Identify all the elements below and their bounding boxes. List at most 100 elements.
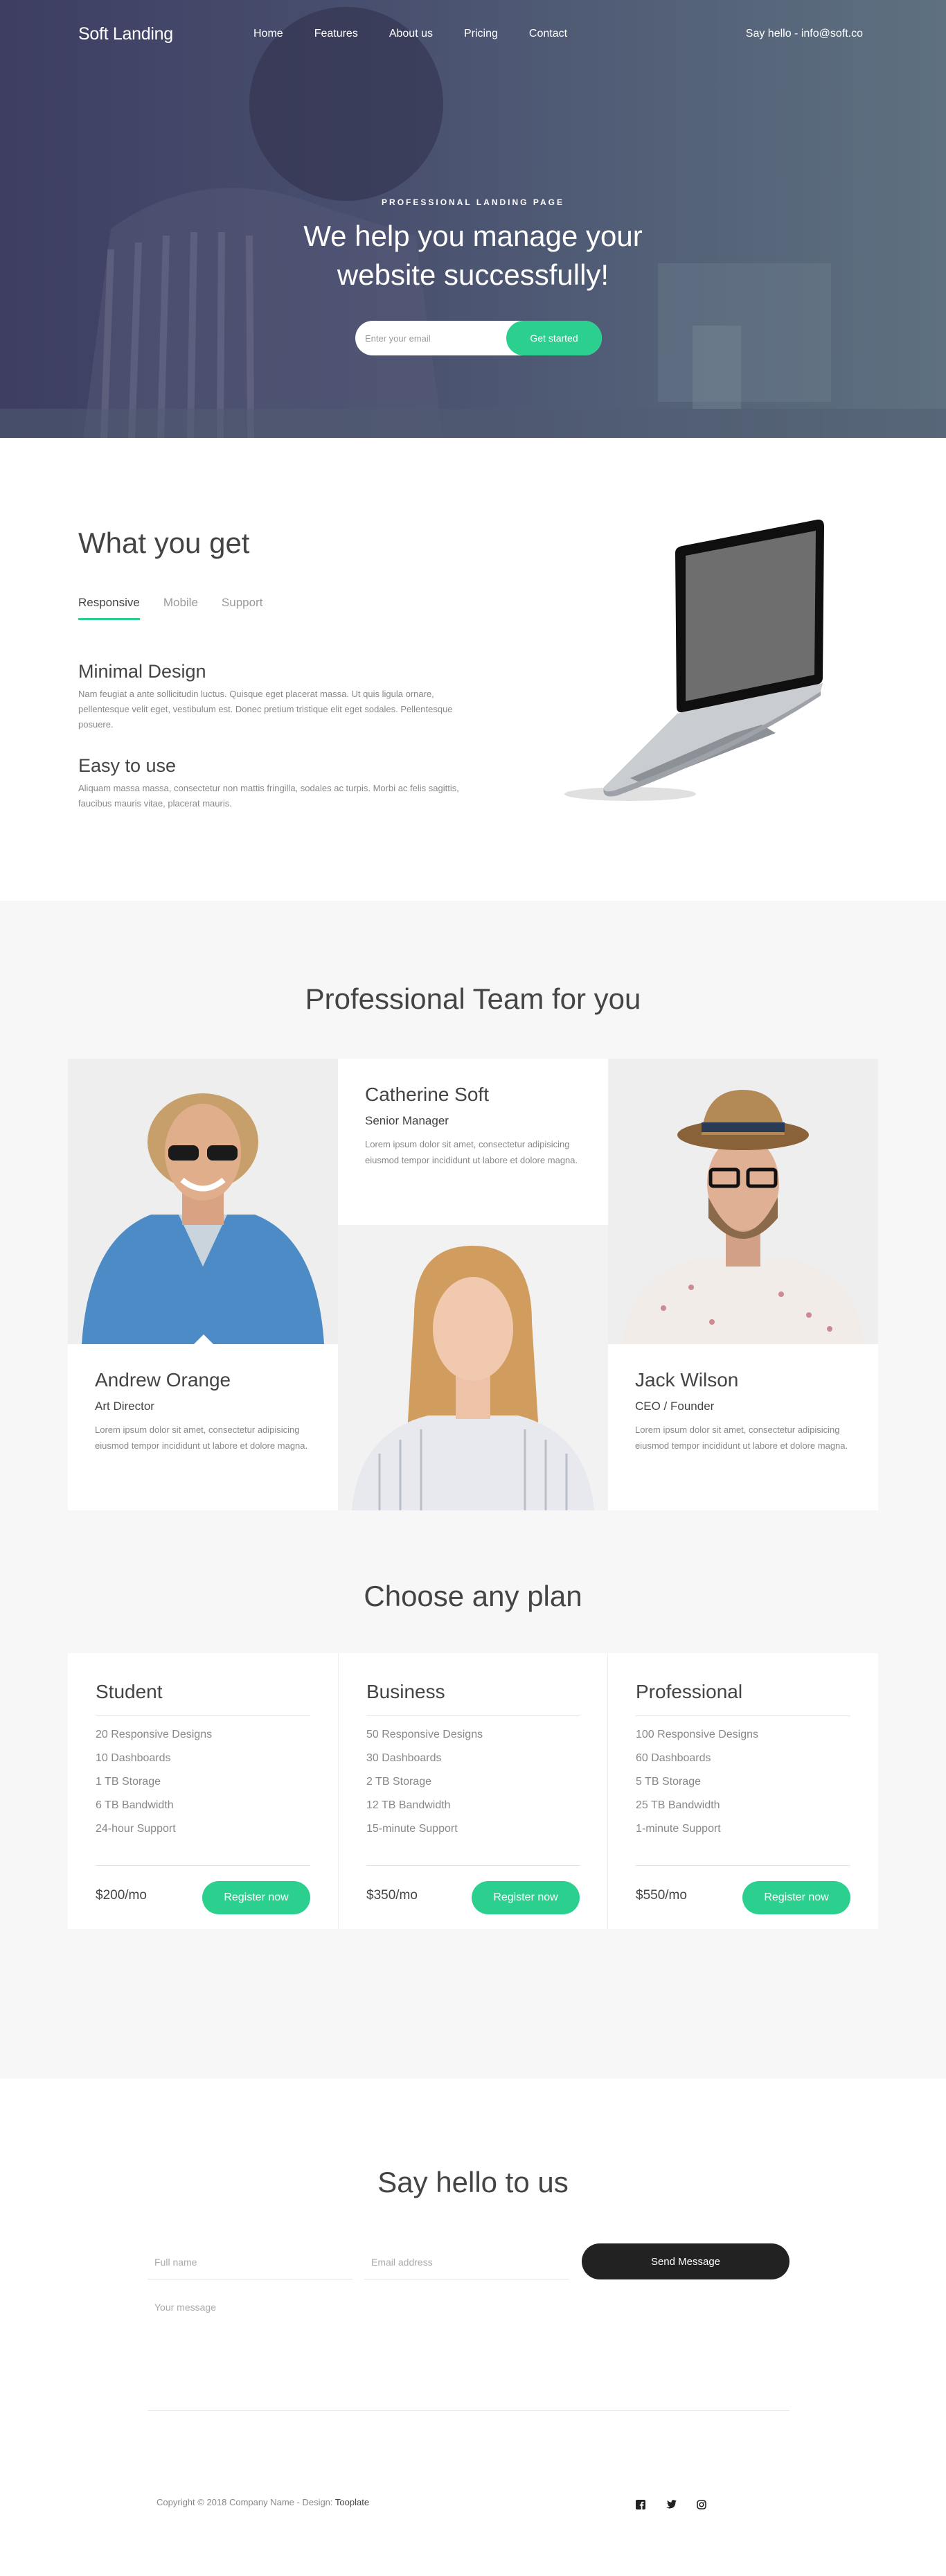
plan-features: 100 Responsive Designs 60 Dashboards 5 T… xyxy=(636,1723,850,1841)
member-name: Catherine Soft xyxy=(365,1084,489,1105)
register-button[interactable]: Register now xyxy=(472,1881,580,1914)
team-title: Professional Team for you xyxy=(305,982,641,1015)
instagram-icon[interactable] xyxy=(695,2500,708,2512)
pricing-section: Choose any plan Student 20 Responsive De… xyxy=(0,1580,946,2079)
member-name: Andrew Orange xyxy=(95,1369,231,1391)
team-section: Professional Team for you Andrew Orange … xyxy=(0,901,946,1580)
member-role: Art Director xyxy=(95,1400,154,1413)
contact-title: Say hello to us xyxy=(377,2166,569,2198)
catherine-portrait xyxy=(352,1246,594,1510)
plan-feature: 100 Responsive Designs xyxy=(636,1729,758,1740)
plan-feature: 5 TB Storage xyxy=(636,1776,701,1788)
hero-eyebrow: PROFESSIONAL LANDING PAGE xyxy=(382,197,564,207)
plan-name: Professional xyxy=(636,1681,850,1716)
member-name: Jack Wilson xyxy=(635,1369,739,1391)
plan-footer: $350/mo Register now xyxy=(366,1865,580,1914)
member-bio: Lorem ipsum dolor sit amet, consectetur … xyxy=(95,1424,308,1451)
social-links xyxy=(634,2500,708,2512)
member-role: CEO / Founder xyxy=(635,1400,715,1413)
email-address-input[interactable] xyxy=(364,2245,569,2279)
pricing-title: Choose any plan xyxy=(364,1580,582,1612)
nav-link-contact[interactable]: Contact xyxy=(529,28,567,40)
plan-name: Student xyxy=(96,1681,310,1716)
designer-link[interactable]: Tooplate xyxy=(335,2497,369,2507)
nav-link-features[interactable]: Features xyxy=(314,28,358,40)
card-pointer xyxy=(194,1334,213,1344)
brand-logo[interactable]: Soft Landing xyxy=(78,24,173,44)
jack-portrait xyxy=(622,1090,864,1344)
nav-email-link[interactable]: Say hello - info@soft.co xyxy=(746,28,863,40)
plan-features: 20 Responsive Designs 10 Dashboards 1 TB… xyxy=(96,1723,310,1841)
hero-section: Soft Landing Home Features About us Pric… xyxy=(0,0,946,438)
hero-subscribe-form: Get started xyxy=(355,321,602,355)
hero-email-input[interactable] xyxy=(365,321,503,355)
plan-footer: $550/mo Register now xyxy=(636,1865,850,1914)
plan-feature: 2 TB Storage xyxy=(366,1776,431,1788)
plan-feature: 24-hour Support xyxy=(96,1823,176,1835)
tab-mobile[interactable]: Mobile xyxy=(163,596,198,620)
features-title: What you get xyxy=(78,527,250,559)
twitter-icon[interactable] xyxy=(665,2500,677,2512)
feature-title: Minimal Design xyxy=(78,661,206,682)
member-role: Senior Manager xyxy=(365,1114,449,1127)
member-bio: Lorem ipsum dolor sit amet, consectetur … xyxy=(635,1424,848,1451)
plan-feature: 30 Dashboards xyxy=(366,1752,442,1764)
features-section: What you get Responsive Mobile Support M… xyxy=(0,438,946,901)
full-name-input[interactable] xyxy=(148,2245,352,2279)
plan-feature: 12 TB Bandwidth xyxy=(366,1799,451,1811)
nav-links: Home Features About us Pricing Contact xyxy=(253,28,567,40)
nav-link-about[interactable]: About us xyxy=(389,28,433,40)
feature-item: Minimal Design Nam feugiat a ante sollic… xyxy=(78,661,466,732)
copyright-label: Copyright © 2018 Company Name - Design: xyxy=(157,2497,335,2507)
plan-feature: 1 TB Storage xyxy=(96,1776,161,1788)
top-navigation: Soft Landing Home Features About us Pric… xyxy=(0,0,946,69)
member-bio: Lorem ipsum dolor sit amet, consectetur … xyxy=(365,1139,578,1165)
member-photo xyxy=(68,1059,338,1344)
plan-price: $350/mo xyxy=(366,1888,418,1903)
register-button[interactable]: Register now xyxy=(742,1881,850,1914)
tab-responsive[interactable]: Responsive xyxy=(78,596,140,620)
plan-feature: 6 TB Bandwidth xyxy=(96,1799,174,1811)
message-textarea[interactable] xyxy=(148,2291,789,2411)
plan-footer: $200/mo Register now xyxy=(96,1865,310,1914)
laptop-illustration xyxy=(564,519,824,801)
copyright-text: Copyright © 2018 Company Name - Design: … xyxy=(157,2497,369,2507)
plan-feature: 10 Dashboards xyxy=(96,1752,171,1764)
tab-support[interactable]: Support xyxy=(222,596,263,620)
plan-feature: 60 Dashboards xyxy=(636,1752,711,1764)
plan-feature: 1-minute Support xyxy=(636,1823,721,1835)
get-started-button[interactable]: Get started xyxy=(506,321,602,355)
member-card: Catherine Soft Senior Manager Lorem ipsu… xyxy=(338,1059,608,1225)
features-tabs: Responsive Mobile Support xyxy=(78,596,286,620)
plan-features: 50 Responsive Designs 30 Dashboards 2 TB… xyxy=(366,1723,580,1841)
contact-section: Say hello to us Send Message Copyright ©… xyxy=(0,2079,946,2576)
feature-item: Easy to use Aliquam massa massa, consect… xyxy=(78,755,466,811)
member-card: Jack Wilson CEO / Founder Lorem ipsum do… xyxy=(608,1344,878,1510)
plan-price: $200/mo xyxy=(96,1888,147,1903)
register-button[interactable]: Register now xyxy=(202,1881,310,1914)
plan-name: Business xyxy=(366,1681,580,1716)
plan-feature: 20 Responsive Designs xyxy=(96,1729,213,1740)
pricing-card: Business 50 Responsive Designs 30 Dashbo… xyxy=(338,1653,608,1929)
plan-feature: 25 TB Bandwidth xyxy=(636,1799,720,1811)
member-card: Andrew Orange Art Director Lorem ipsum d… xyxy=(68,1344,338,1510)
feature-title: Easy to use xyxy=(78,755,177,776)
facebook-icon[interactable] xyxy=(634,2500,647,2512)
member-photo xyxy=(608,1059,878,1344)
nav-link-home[interactable]: Home xyxy=(253,28,283,40)
plan-price: $550/mo xyxy=(636,1888,687,1903)
hero-headline: We help you manage your website successf… xyxy=(0,217,946,294)
plan-feature: 15-minute Support xyxy=(366,1823,458,1835)
hero-content: PROFESSIONAL LANDING PAGE We help you ma… xyxy=(0,197,946,294)
nav-link-pricing[interactable]: Pricing xyxy=(464,28,498,40)
andrew-portrait xyxy=(82,1093,324,1344)
pricing-card: Professional 100 Responsive Designs 60 D… xyxy=(608,1653,878,1929)
pricing-card: Student 20 Responsive Designs 10 Dashboa… xyxy=(68,1653,338,1929)
plan-feature: 50 Responsive Designs xyxy=(366,1729,483,1740)
send-message-button[interactable]: Send Message xyxy=(582,2243,789,2279)
hero-headline-line-2: website successfully! xyxy=(337,258,609,291)
feature-text: Nam feugiat a ante sollicitudin luctus. … xyxy=(78,689,453,730)
hero-headline-line-1: We help you manage your xyxy=(303,220,643,252)
member-photo xyxy=(338,1225,608,1510)
feature-text: Aliquam massa massa, consectetur non mat… xyxy=(78,783,459,809)
